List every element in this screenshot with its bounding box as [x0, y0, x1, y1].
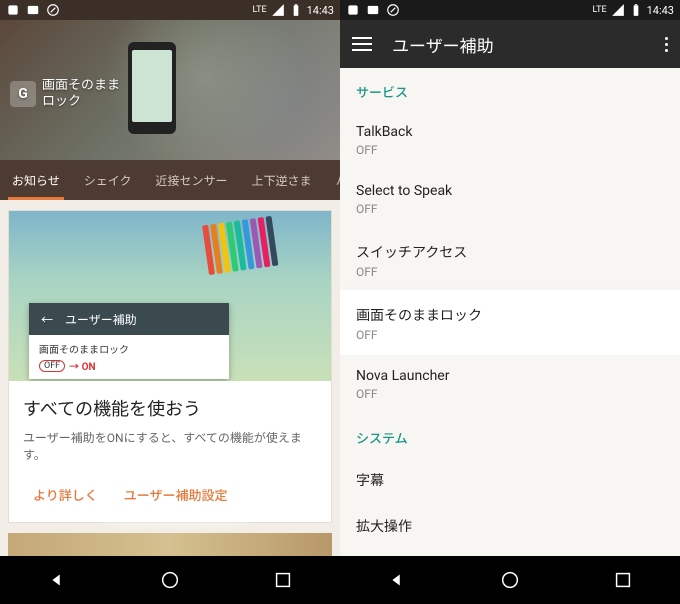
overflow-icon[interactable] [665, 37, 668, 52]
off-badge: OFF [39, 360, 65, 372]
navigation-bar [340, 556, 680, 604]
services-subheader: サービス [340, 68, 680, 111]
mini-settings-preview: ← ユーザー補助 画面そのままロック OFF → ON [29, 303, 229, 379]
app-status-icon [6, 3, 20, 17]
status-bar: LTE 14:43 [340, 0, 680, 20]
nfc-icon [46, 3, 60, 17]
battery-icon [629, 3, 643, 17]
signal-icon [271, 3, 285, 17]
mini-title: ユーザー補助 [65, 311, 137, 328]
tab-upside[interactable]: 上下逆さま [240, 160, 324, 200]
lte-label: LTE [252, 5, 266, 15]
app-logo-icon: G [10, 81, 36, 107]
item-switch-access[interactable]: スイッチアクセス OFF [340, 229, 680, 292]
mini-sub: 画面そのままロック [39, 341, 219, 356]
hero-banner: G 画面そのまま ロック [0, 20, 340, 160]
signal-icon [611, 3, 625, 17]
settings-list[interactable]: サービス TalkBack OFF Select to Speak OFF スイ… [340, 68, 680, 556]
next-card-peek[interactable] [8, 533, 332, 556]
hero-title-line2: ロック [42, 94, 120, 110]
picture-icon [366, 3, 380, 17]
picture-icon [26, 3, 40, 17]
content-area: ← ユーザー補助 画面そのままロック OFF → ON すべての機能を使おう ユ… [0, 200, 340, 556]
back-arrow-icon: ← [41, 311, 53, 328]
on-arrow: → ON [69, 358, 95, 373]
tab-bar: お知らせ シェイク 近接センサー 上下逆さま ハード [0, 160, 340, 200]
more-info-button[interactable]: より詳しく [23, 477, 108, 512]
item-magnification[interactable]: 拡大操作 [340, 503, 680, 549]
item-screen-lock[interactable]: 画面そのままロック OFF [340, 292, 680, 355]
app-status-icon [346, 3, 360, 17]
page-title: ユーザー補助 [392, 32, 665, 57]
tab-shake[interactable]: シェイク [72, 160, 144, 200]
card-image: ← ユーザー補助 画面そのままロック OFF → ON [9, 211, 331, 381]
back-button[interactable] [45, 568, 69, 592]
item-talkback[interactable]: TalkBack OFF [340, 111, 680, 170]
system-subheader: システム [340, 414, 680, 457]
tab-news[interactable]: お知らせ [0, 160, 72, 200]
tab-proximity[interactable]: 近接センサー [144, 160, 240, 200]
status-bar: LTE 14:43 [0, 0, 340, 20]
clock: 14:43 [647, 4, 674, 17]
lte-label: LTE [592, 5, 606, 15]
accessibility-settings-button[interactable]: ユーザー補助設定 [114, 477, 238, 512]
recent-button[interactable] [611, 568, 635, 592]
card-subtitle: ユーザー補助をONにすると、すべての機能が使えます。 [23, 429, 317, 463]
item-captions[interactable]: 字幕 [340, 457, 680, 503]
nfc-icon [386, 3, 400, 17]
battery-icon [289, 3, 303, 17]
item-nova-launcher[interactable]: Nova Launcher OFF [340, 355, 680, 414]
recent-button[interactable] [271, 568, 295, 592]
feature-card: ← ユーザー補助 画面そのままロック OFF → ON すべての機能を使おう ユ… [8, 210, 332, 523]
hero-title-line1: 画面そのまま [42, 78, 120, 94]
tab-hard[interactable]: ハード [324, 160, 340, 200]
item-select-to-speak[interactable]: Select to Speak OFF [340, 170, 680, 229]
back-button[interactable] [385, 568, 409, 592]
navigation-bar [0, 556, 340, 604]
clock: 14:43 [307, 4, 334, 17]
menu-icon[interactable] [352, 37, 372, 51]
app-bar: ユーザー補助 [340, 20, 680, 68]
home-button[interactable] [158, 568, 182, 592]
home-button[interactable] [498, 568, 522, 592]
card-title: すべての機能を使おう [23, 395, 317, 421]
